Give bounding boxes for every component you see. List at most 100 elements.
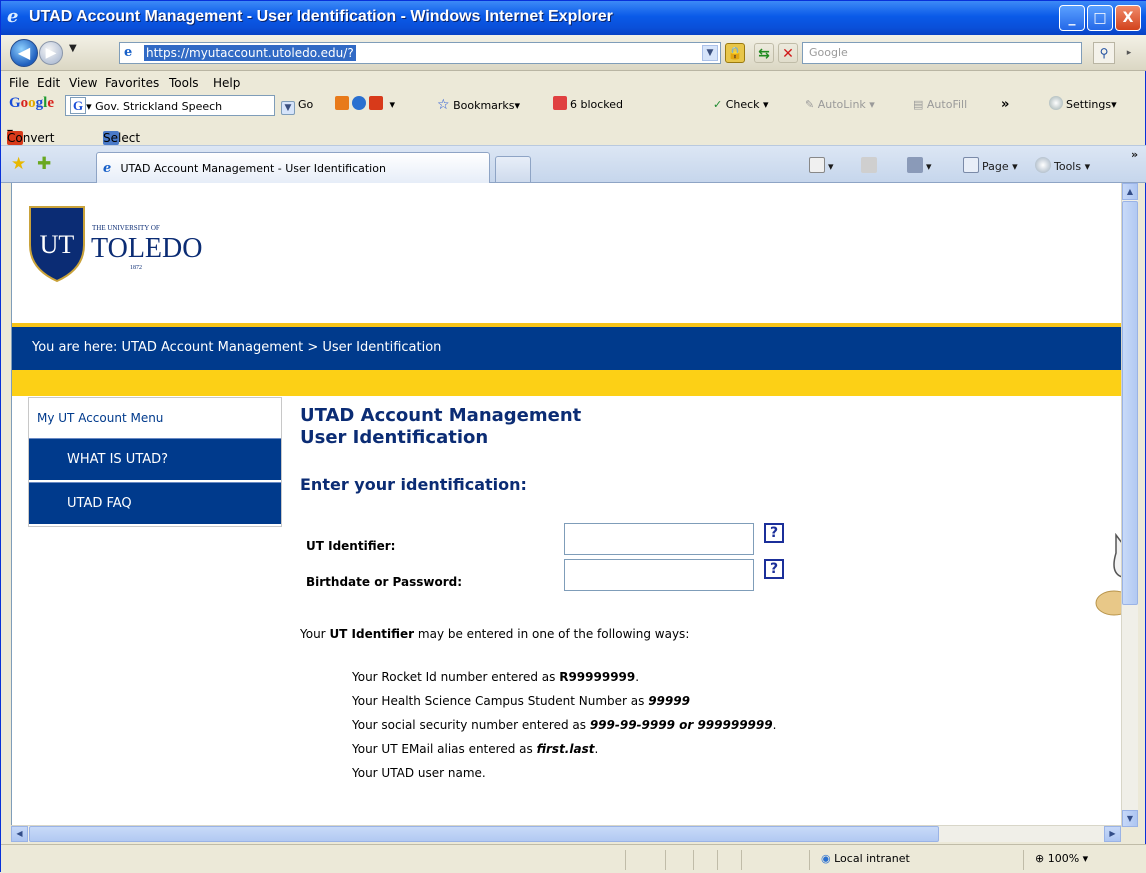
tab-label: UTAD Account Management - User Identific… [120, 162, 386, 175]
autolink-button[interactable]: ✎ AutoLink ▾ [801, 95, 879, 116]
zoom-label: 100% [1047, 852, 1080, 865]
address-dropdown-icon[interactable]: ▼ [702, 45, 718, 61]
breadcrumb[interactable]: You are here: UTAD Account Management > … [32, 340, 441, 355]
feeds-button[interactable] [861, 157, 880, 173]
menu-edit[interactable]: Edit [37, 76, 60, 90]
zoom-icon: ⊕ [1035, 852, 1045, 865]
intro-suffix: may be entered in one of the following w… [414, 627, 690, 641]
list-item-text: Your social security number entered as [352, 718, 590, 732]
scroll-down-icon[interactable]: ▼ [1122, 810, 1138, 827]
menu-file[interactable]: File [9, 76, 29, 90]
list-item-example: R99999999 [559, 670, 636, 684]
search-options-icon[interactable]: ▸ [1121, 42, 1137, 64]
vertical-scroll-thumb[interactable] [1122, 201, 1138, 605]
logo-small-text: THE UNIVERSITY OF [92, 224, 160, 232]
stop-button[interactable]: ✕ [778, 43, 798, 63]
check-label: Check [725, 98, 760, 111]
menu-item-what-is-utad[interactable]: WHAT IS UTAD? [29, 438, 281, 480]
horizontal-scroll-thumb[interactable] [29, 826, 939, 842]
google-search-input[interactable]: G ▾ Gov. Strickland Speech [65, 95, 275, 116]
add-favorite-icon[interactable]: ✚ [37, 154, 51, 174]
list-item-end: . [594, 742, 599, 756]
zoom-control[interactable]: ⊕ 100% ▾ [1035, 852, 1088, 865]
ut-identifier-input[interactable] [564, 523, 754, 555]
maximize-button[interactable]: □ [1087, 5, 1113, 31]
status-divider [717, 850, 718, 870]
minimize-button[interactable]: _ [1059, 5, 1085, 31]
list-item-text: Your UT EMail alias entered as [352, 742, 537, 756]
menu-favorites[interactable]: Favorites [105, 76, 159, 90]
google-logo[interactable]: Google [9, 95, 54, 112]
scroll-right-icon[interactable]: ▶ [1104, 826, 1121, 842]
home-button[interactable]: ▾ [809, 157, 834, 173]
menu-view[interactable]: View [69, 76, 97, 90]
zone-label: Local intranet [834, 852, 910, 865]
list-item-end: . [772, 718, 777, 732]
section-heading: Enter your identification: [300, 475, 527, 494]
bookmarks-button[interactable]: ☆ Bookmarks▾ [433, 95, 524, 116]
tab-page-icon: e [103, 161, 112, 176]
blocked-label: 6 blocked [570, 98, 624, 111]
list-item: Your Health Science Campus Student Numbe… [352, 689, 776, 713]
status-divider [809, 850, 810, 870]
spellcheck-button[interactable]: ✓ Check ▾ [709, 95, 773, 116]
settings-label: Settings [1066, 98, 1112, 111]
convert-button[interactable]: Convert ▾ [7, 125, 54, 145]
google-search-dropdown-icon[interactable]: ▾ [86, 100, 92, 113]
side-menu: My UT Account Menu WHAT IS UTAD? UTAD FA… [28, 397, 282, 527]
list-item-text: Your UTAD user name. [352, 766, 486, 780]
browser-window: e UTAD Account Management - User Identif… [0, 0, 1146, 873]
google-g-icon: G [70, 97, 87, 114]
settings-button[interactable]: Settings▾ [1045, 95, 1121, 116]
lock-icon[interactable]: 🔒 [725, 43, 745, 63]
breadcrumb-bar: You are here: UTAD Account Management > … [12, 323, 1121, 370]
command-overflow-button[interactable]: » [1131, 148, 1138, 161]
menu-tools[interactable]: Tools [169, 76, 199, 90]
scroll-up-icon[interactable]: ▲ [1122, 183, 1138, 200]
menu-help[interactable]: Help [213, 76, 240, 90]
favorites-center-icon[interactable]: ★ [11, 154, 26, 174]
new-tab-button[interactable] [495, 156, 531, 182]
star-icon: ☆ [437, 97, 450, 113]
intranet-icon: ◉ [821, 852, 831, 865]
scroll-left-icon[interactable]: ◀ [11, 826, 28, 842]
search-input[interactable]: Google [802, 42, 1082, 64]
university-logo[interactable]: UT THE UNIVERSITY OF TOLEDO 1872 [24, 203, 204, 283]
security-zone[interactable]: ◉ Local intranet [821, 852, 910, 865]
toolbar-overflow-button[interactable]: » [997, 95, 1013, 116]
list-item: Your UT EMail alias entered as first.las… [352, 737, 776, 761]
identifier-help-icon[interactable]: ? [764, 523, 784, 543]
address-bar[interactable]: e https://myutaccount.utoledo.edu/? ▼ [119, 42, 721, 64]
page-menu-button[interactable]: Page ▾ [963, 157, 1018, 173]
intro-bold: UT Identifier [329, 627, 415, 641]
password-input[interactable] [564, 559, 754, 591]
history-dropdown-icon[interactable]: ▼ [69, 43, 77, 54]
menu-item-utad-faq[interactable]: UTAD FAQ [29, 482, 281, 524]
tools-menu-button[interactable]: Tools ▾ [1035, 157, 1090, 173]
popup-blocker-button[interactable]: 6 blocked [549, 95, 627, 116]
autofill-button[interactable]: ▤ AutoFill [909, 95, 971, 116]
forward-button[interactable]: ▶ [39, 41, 63, 65]
list-item-text: Your Rocket Id number entered as [352, 670, 560, 684]
tools-menu-label: Tools [1054, 160, 1082, 173]
tab-utad-account[interactable]: e UTAD Account Management - User Identif… [96, 152, 490, 183]
settings-icon [1049, 96, 1063, 110]
title-bar: e UTAD Account Management - User Identif… [1, 1, 1146, 35]
main-panel: UTAD Account Management User Identificat… [300, 405, 860, 780]
address-url[interactable]: https://myutaccount.utoledo.edu/? [144, 45, 356, 61]
password-label: Birthdate or Password: [306, 575, 463, 589]
search-icon[interactable]: ⚲ [1093, 42, 1115, 64]
password-help-icon[interactable]: ? [764, 559, 784, 579]
vertical-scrollbar[interactable]: ▲ ▼ [1121, 183, 1138, 827]
blocked-icon [553, 96, 567, 110]
google-tool-icons[interactable]: ▾ [331, 95, 399, 116]
google-search-dropdown-button[interactable]: ▼ Go [277, 95, 317, 116]
back-button[interactable]: ◀ [10, 39, 38, 67]
decorative-graphic [1095, 533, 1121, 616]
print-button[interactable]: ▾ [907, 157, 932, 173]
horizontal-scrollbar[interactable]: ◀ ▶ [11, 825, 1121, 842]
status-divider [741, 850, 742, 870]
logo-monogram: UT [40, 230, 75, 259]
close-button[interactable]: X [1115, 5, 1141, 31]
refresh-button[interactable]: ⇆ [754, 43, 774, 63]
